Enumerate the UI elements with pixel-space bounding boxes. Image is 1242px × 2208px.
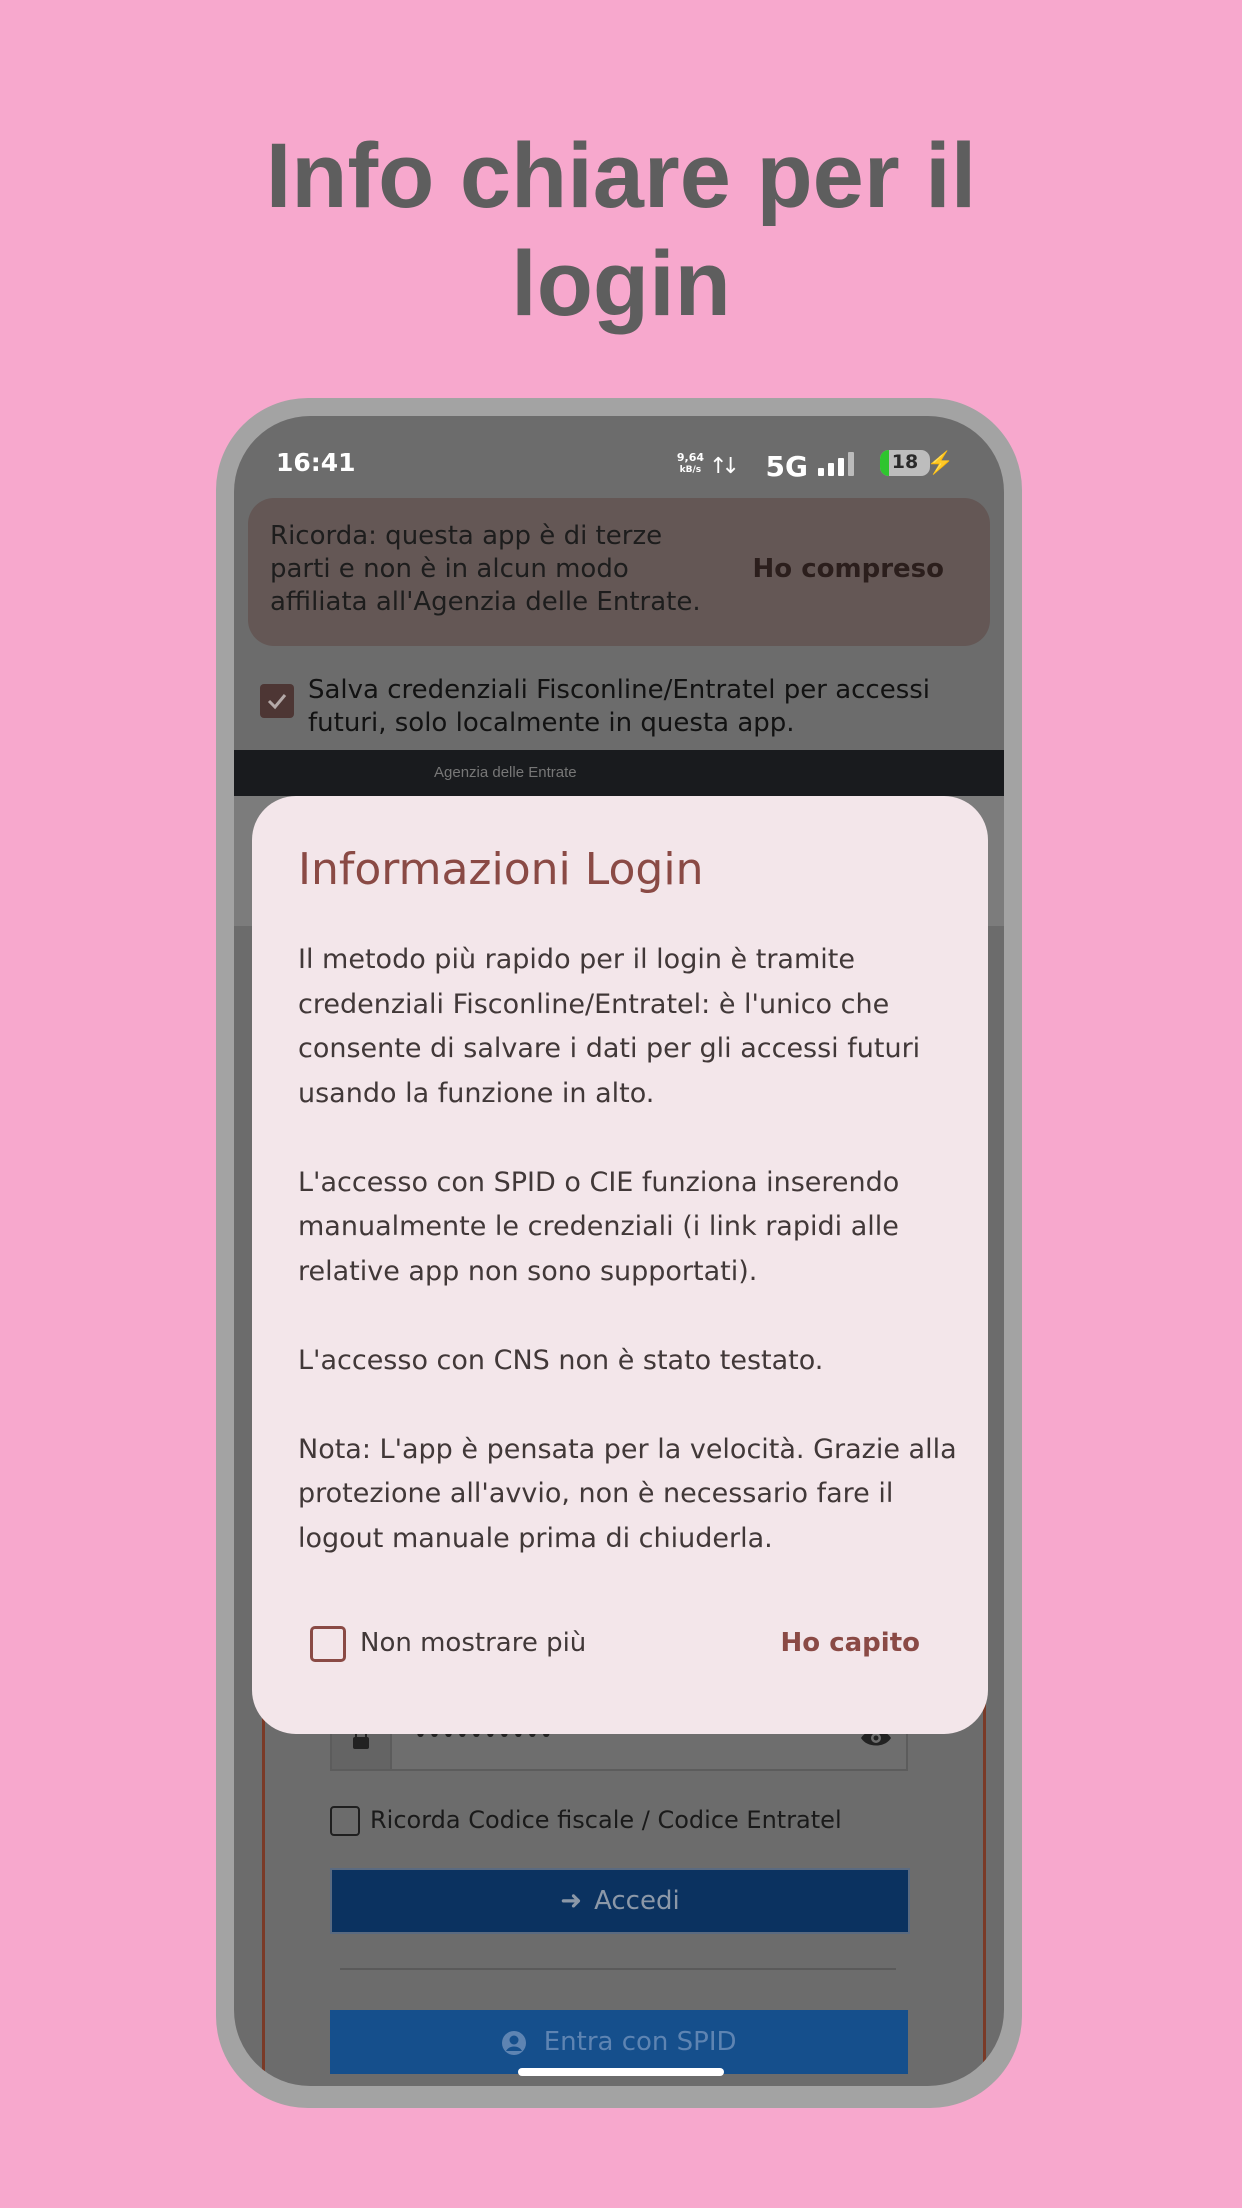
disclaimer-text: Ricorda: questa app è di terze parti e n… bbox=[270, 521, 701, 617]
accedi-label: Accedi bbox=[594, 1886, 680, 1916]
headline-line-2: login bbox=[511, 233, 731, 335]
check-icon bbox=[267, 694, 287, 710]
dialog-paragraph: Nota: L'app è pensata per la velocità. G… bbox=[298, 1433, 957, 1554]
sign-in-icon: ➜ bbox=[560, 1886, 583, 1916]
headline-line-1: Info chiare per il bbox=[265, 125, 977, 227]
user-circle-icon bbox=[502, 2030, 527, 2055]
network-speed-unit: kB/s bbox=[679, 465, 702, 475]
disclaimer-banner: Ricorda: questa app è di terze parti e n… bbox=[248, 498, 990, 646]
network-speed-value: 9,64 bbox=[676, 451, 704, 464]
webview-header-title: Agenzia delle Entrate bbox=[434, 764, 577, 781]
dialog-paragraph: L'accesso con CNS non è stato testato. bbox=[298, 1344, 824, 1376]
dialog-footer: Non mostrare più Ho capito bbox=[252, 1626, 988, 1666]
network-speed: 9,64 kB/s bbox=[677, 452, 704, 476]
status-icons: 9,64 kB/s ↑↓ 5G 18 ⚡ bbox=[654, 438, 954, 488]
spid-label: Entra con SPID bbox=[543, 2027, 737, 2057]
data-transfer-icon: ↑↓ bbox=[709, 454, 740, 479]
status-time: 16:41 bbox=[276, 448, 356, 477]
webview-header: Agenzia delle Entrate bbox=[234, 750, 1004, 796]
signal-icon bbox=[818, 452, 858, 476]
accedi-button[interactable]: ➜ Accedi bbox=[330, 1868, 910, 1934]
got-it-button[interactable]: Ho capito bbox=[781, 1628, 920, 1658]
dont-show-again-checkbox[interactable] bbox=[310, 1626, 346, 1662]
dialog-body: Il metodo più rapido per il login è tram… bbox=[298, 938, 958, 1606]
login-info-dialog: Informazioni Login Il metodo più rapido … bbox=[252, 796, 988, 1734]
dont-show-again-label[interactable]: Non mostrare più bbox=[360, 1628, 586, 1658]
battery-level: 18 bbox=[891, 451, 919, 473]
remember-checkbox[interactable] bbox=[330, 1806, 360, 1836]
home-indicator bbox=[518, 2068, 724, 2076]
remember-label: Ricorda Codice fiscale / Codice Entratel bbox=[370, 1806, 842, 1834]
acknowledge-button[interactable]: Ho compreso bbox=[753, 554, 944, 584]
charging-icon: ⚡ bbox=[926, 450, 954, 475]
spid-button[interactable]: Entra con SPID bbox=[330, 2010, 908, 2074]
dialog-title: Informazioni Login bbox=[298, 844, 704, 895]
dialog-paragraph: Il metodo più rapido per il login è tram… bbox=[298, 944, 921, 1109]
divider bbox=[340, 1968, 896, 1970]
save-credentials-label: Salva credenziali Fisconline/Entratel pe… bbox=[308, 675, 931, 738]
network-type: 5G bbox=[765, 450, 808, 483]
battery-icon: 18 bbox=[880, 450, 930, 476]
page-headline: Info chiare per il login bbox=[0, 122, 1242, 338]
save-credentials-checkbox[interactable] bbox=[260, 684, 294, 718]
dialog-paragraph: L'accesso con SPID o CIE funziona insere… bbox=[298, 1166, 900, 1287]
